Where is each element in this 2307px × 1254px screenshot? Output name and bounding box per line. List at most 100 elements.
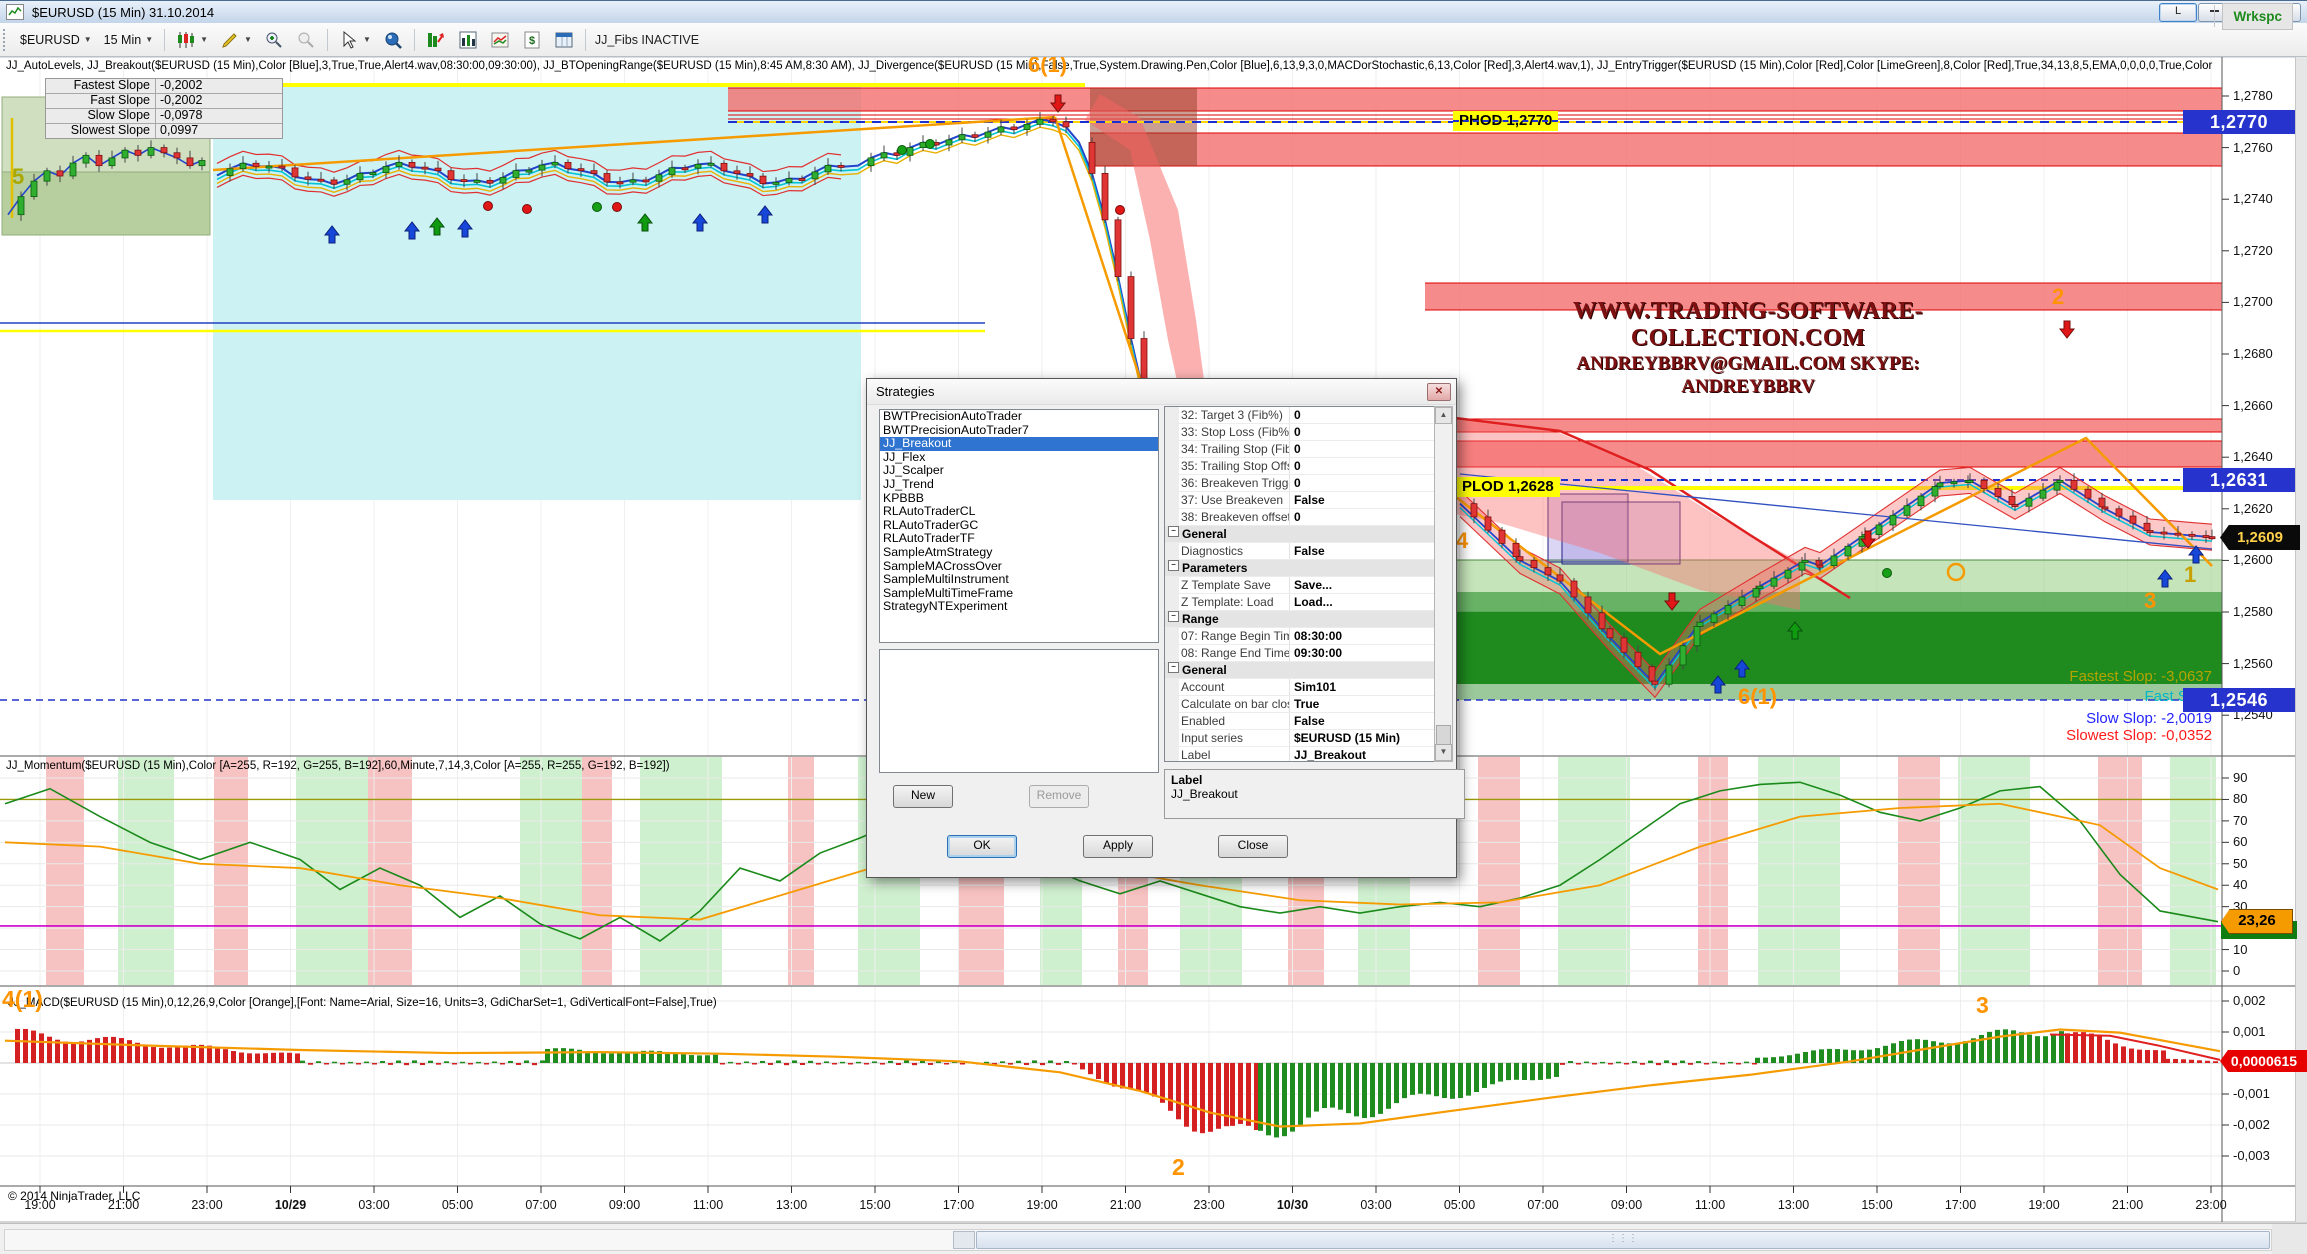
property-row[interactable]: 37: Use BreakevenFalse — [1165, 492, 1435, 509]
property-row[interactable]: −General — [1165, 526, 1435, 543]
property-value[interactable]: 0 — [1290, 441, 1435, 457]
scrollbar-thumb[interactable]: ⋮⋮⋮ — [976, 1231, 2270, 1249]
property-value[interactable]: 0 — [1290, 509, 1435, 525]
property-row[interactable]: −Parameters — [1165, 560, 1435, 577]
drawing-tools-button[interactable]: ▼ — [214, 27, 258, 53]
property-value[interactable]: False — [1290, 492, 1435, 508]
dialog-close-button[interactable]: ✕ — [1427, 383, 1451, 401]
property-value[interactable]: 0 — [1290, 424, 1435, 440]
property-row[interactable]: 35: Trailing Stop Offset0 — [1165, 458, 1435, 475]
scroll-up-icon[interactable]: ▲ — [1435, 407, 1452, 424]
property-value[interactable]: Sim101 — [1290, 679, 1435, 695]
right-scrollbar-strip[interactable] — [2295, 57, 2307, 1222]
scrollbar-thumb[interactable] — [1436, 725, 1451, 745]
collapse-icon[interactable]: − — [1168, 560, 1179, 571]
collapse-icon[interactable]: − — [1168, 611, 1179, 622]
instrument-selector[interactable]: $EURUSD▼ — [14, 27, 98, 53]
ok-button[interactable]: OK — [947, 835, 1017, 858]
property-row[interactable]: Calculate on bar closeTrue — [1165, 696, 1435, 713]
strategy-list-item[interactable]: SampleMACrossOver — [880, 560, 1158, 574]
collapse-icon[interactable]: − — [1168, 526, 1179, 537]
property-row[interactable]: Z Template SaveSave... — [1165, 577, 1435, 594]
interval-selector[interactable]: 15 Min▼ — [98, 27, 159, 53]
strategy-list-item[interactable]: RLAutoTraderCL — [880, 505, 1158, 519]
cursor-button[interactable]: ▼ — [333, 27, 377, 53]
chart-trader-button[interactable] — [452, 27, 484, 53]
slope-overlay-line: Fast Slop: — [1902, 688, 2212, 705]
property-value[interactable]: True — [1290, 696, 1435, 712]
property-row[interactable]: Z Template: LoadLoad... — [1165, 594, 1435, 611]
property-row[interactable]: 36: Breakeven Trigger0 — [1165, 475, 1435, 492]
property-value[interactable]: $EURUSD (15 Min) — [1290, 730, 1435, 746]
scroll-down-icon[interactable]: ▼ — [1435, 744, 1452, 761]
property-row[interactable]: Input series$EURUSD (15 Min) — [1165, 730, 1435, 747]
close-dialog-button[interactable]: Close — [1218, 835, 1288, 858]
property-row[interactable]: AccountSim101 — [1165, 679, 1435, 696]
toolbar-grip[interactable] — [3, 29, 10, 51]
horizontal-scrollbar[interactable]: ⋮⋮⋮ — [4, 1229, 2272, 1251]
property-value[interactable]: Load... — [1290, 594, 1435, 610]
property-row[interactable]: LabelJJ_Breakout — [1165, 747, 1435, 762]
resize-grip[interactable] — [2272, 1224, 2307, 1254]
strategy-list-item[interactable]: JJ_Scalper — [880, 464, 1158, 478]
slope-label: Fastest Slope — [46, 79, 156, 93]
workspace-tab[interactable]: Wrkspc — [2222, 3, 2293, 30]
pencil-icon — [220, 30, 240, 50]
property-row[interactable]: −Range — [1165, 611, 1435, 628]
property-grid[interactable]: 32: Target 3 (Fib%)033: Stop Loss (Fib%)… — [1164, 406, 1436, 762]
applied-strategy-list[interactable] — [879, 649, 1159, 773]
strategy-list-item[interactable]: JJ_Breakout — [880, 437, 1158, 451]
strategy-list-item[interactable]: StrategyNTExperiment — [880, 600, 1158, 614]
strategy-list-item[interactable]: BWTPrecisionAutoTrader7 — [880, 424, 1158, 438]
macd-annotation: 3 — [1976, 994, 1989, 1016]
strategy-list-item[interactable]: RLAutoTraderGC — [880, 519, 1158, 533]
account-data-button[interactable]: $ — [516, 27, 548, 53]
strategy-list-item[interactable]: SampleMultiTimeFrame — [880, 587, 1158, 601]
zoom-out-button[interactable] — [290, 27, 322, 53]
strategy-list-item[interactable]: KPBBB — [880, 492, 1158, 506]
property-value[interactable]: False — [1290, 713, 1435, 729]
new-button[interactable]: New — [893, 785, 953, 808]
property-value[interactable]: 0 — [1290, 407, 1435, 423]
strategy-list[interactable]: BWTPrecisionAutoTraderBWTPrecisionAutoTr… — [879, 409, 1159, 643]
property-row[interactable]: EnabledFalse — [1165, 713, 1435, 730]
market-analyzer-button[interactable] — [420, 27, 452, 53]
data-grid-button[interactable] — [548, 27, 580, 53]
property-row[interactable]: 38: Breakeven offset (T0 — [1165, 509, 1435, 526]
property-value[interactable]: 08:30:00 — [1290, 628, 1435, 644]
collapse-icon[interactable]: − — [1168, 662, 1179, 673]
slope-value: -0,2002 — [156, 94, 282, 108]
scrollbar-left-nub[interactable] — [953, 1231, 975, 1249]
property-value[interactable]: 0 — [1290, 458, 1435, 474]
time-axis-label: 03:00 — [342, 1198, 406, 1212]
strategy-list-item[interactable]: SampleAtmStrategy — [880, 546, 1158, 560]
property-value[interactable]: Save... — [1290, 577, 1435, 593]
strategy-list-item[interactable]: JJ_Flex — [880, 451, 1158, 465]
chart-style-button[interactable]: ▼ — [170, 27, 214, 53]
dialog-title[interactable]: Strategies — [867, 379, 1456, 405]
title-bar[interactable]: $EURUSD (15 Min) 31.10.2014 L ✕ — [0, 0, 2307, 24]
property-row[interactable]: DiagnosticsFalse — [1165, 543, 1435, 560]
property-row[interactable]: 08: Range End Time09:30:00 — [1165, 645, 1435, 662]
l-button[interactable]: L — [2159, 3, 2197, 22]
property-value[interactable]: JJ_Breakout — [1290, 747, 1435, 762]
news-button[interactable] — [484, 27, 516, 53]
property-value[interactable]: False — [1290, 543, 1435, 559]
zoom-window-button[interactable] — [377, 27, 409, 53]
strategies-dialog[interactable]: Strategies ✕ BWTPrecisionAutoTraderBWTPr… — [866, 378, 1457, 878]
property-row[interactable]: 33: Stop Loss (Fib%)0 — [1165, 424, 1435, 441]
strategy-list-item[interactable]: RLAutoTraderTF — [880, 532, 1158, 546]
property-row[interactable]: 07: Range Begin Time08:30:00 — [1165, 628, 1435, 645]
remove-button[interactable]: Remove — [1029, 785, 1089, 808]
property-row[interactable]: 32: Target 3 (Fib%)0 — [1165, 407, 1435, 424]
property-value[interactable]: 0 — [1290, 475, 1435, 491]
property-value[interactable]: 09:30:00 — [1290, 645, 1435, 661]
strategy-list-item[interactable]: JJ_Trend — [880, 478, 1158, 492]
strategy-list-item[interactable]: BWTPrecisionAutoTrader — [880, 410, 1158, 424]
zoom-in-button[interactable] — [258, 27, 290, 53]
property-grid-scrollbar[interactable]: ▲ ▼ — [1434, 406, 1453, 762]
property-row[interactable]: −General — [1165, 662, 1435, 679]
property-row[interactable]: 34: Trailing Stop (Fib%0 — [1165, 441, 1435, 458]
strategy-list-item[interactable]: SampleMultiInstrument — [880, 573, 1158, 587]
apply-button[interactable]: Apply — [1083, 835, 1153, 858]
